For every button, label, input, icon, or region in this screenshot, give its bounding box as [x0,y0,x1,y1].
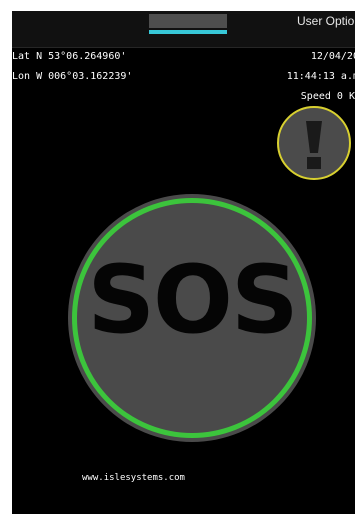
latitude-readout: Lat N 53°06.264960' [12,51,127,62]
exclamation-icon [306,121,322,169]
tab-main[interactable] [149,14,227,28]
website-link: www.islesystems.com [82,473,185,483]
sos-label: SOS [87,246,298,355]
speed-readout: Speed 0 Kp [300,91,355,102]
app-screen: User Options Lat N 53°06.264960' Lon W 0… [12,11,355,514]
top-bar: User Options [12,11,355,48]
user-options-tab[interactable]: User Options [297,14,355,28]
longitude-readout: Lon W 006°03.162239' [12,71,133,82]
date-readout: 12/04/201 [310,51,355,62]
warning-button[interactable] [277,106,351,180]
sos-button[interactable]: SOS [68,194,316,442]
active-tab-indicator [149,30,227,34]
time-readout: 11:44:13 a.m [286,71,355,82]
